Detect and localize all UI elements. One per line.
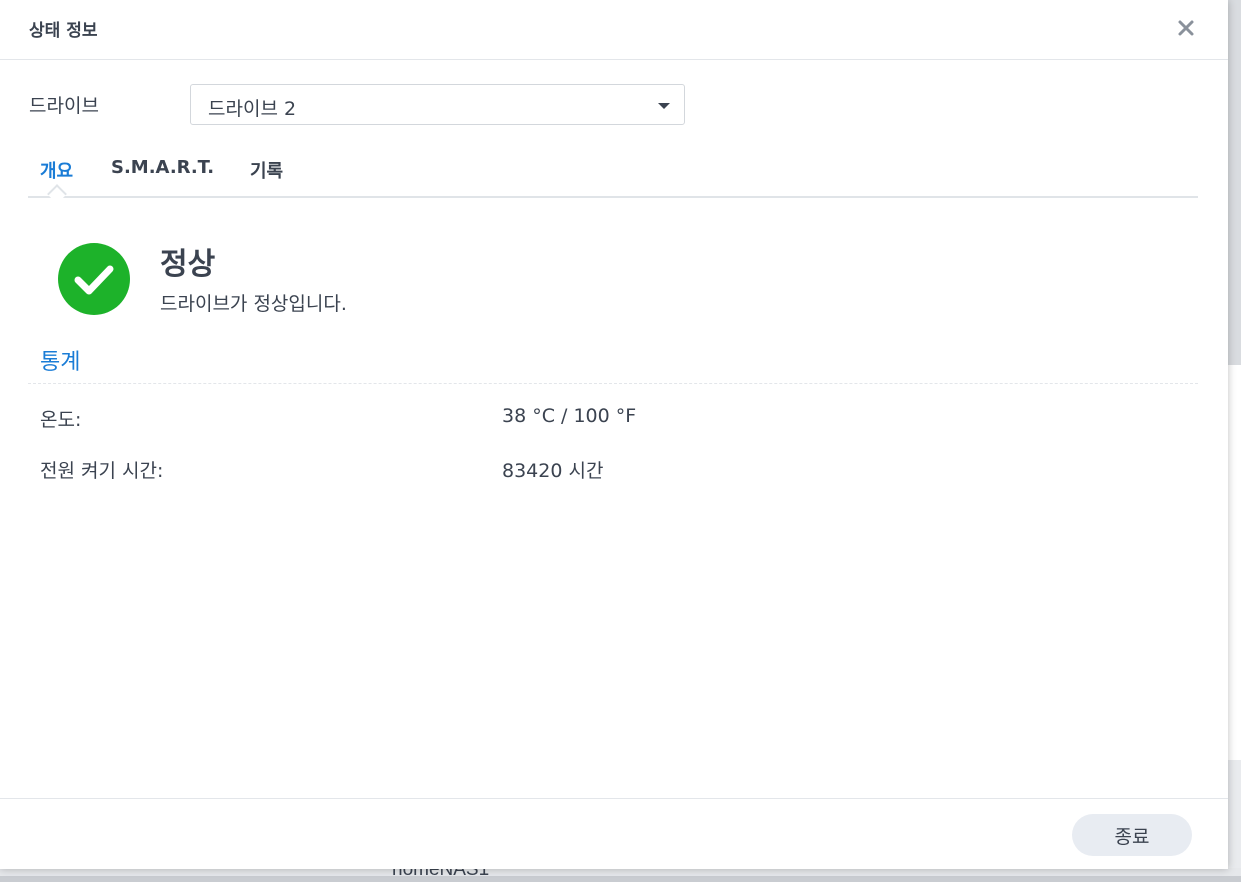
background-strip-right bbox=[1228, 0, 1241, 876]
power-on-hours-value: 83420 시간 bbox=[502, 460, 604, 482]
status-description: 드라이브가 정상입니다. bbox=[160, 293, 347, 315]
tab-smart[interactable]: S.M.A.R.T. bbox=[111, 157, 214, 178]
dialog-title: 상태 정보 bbox=[29, 21, 98, 41]
background-strip-bottom bbox=[0, 868, 1241, 876]
status-info-dialog: 상태 정보 드라이브 드라이브 2 개요 S.M.A.R.T. 기록 정상 드라… bbox=[0, 0, 1228, 869]
drive-select[interactable]: 드라이브 2 bbox=[190, 84, 685, 125]
statistics-title: 통계 bbox=[40, 350, 81, 375]
check-circle-icon bbox=[58, 243, 130, 315]
drive-select-value: 드라이브 2 bbox=[208, 98, 297, 120]
dialog-titlebar: 상태 정보 bbox=[0, 0, 1228, 60]
temperature-label: 온도: bbox=[40, 409, 82, 431]
drive-label: 드라이브 bbox=[29, 95, 99, 117]
dialog-footer: 종료 bbox=[0, 798, 1228, 869]
temperature-value: 38 °C / 100 °F bbox=[502, 405, 637, 427]
status-title: 정상 bbox=[160, 247, 216, 282]
active-tab-indicator bbox=[47, 184, 67, 204]
tab-overview[interactable]: 개요 bbox=[40, 157, 73, 183]
close-dialog-button[interactable]: 종료 bbox=[1072, 814, 1192, 856]
section-divider bbox=[28, 383, 1198, 384]
chevron-down-icon bbox=[658, 103, 670, 109]
close-button[interactable] bbox=[1172, 14, 1200, 42]
power-on-hours-label: 전원 켜기 시간: bbox=[40, 460, 164, 482]
tab-bar: 개요 S.M.A.R.T. 기록 bbox=[28, 150, 1198, 204]
close-icon bbox=[1178, 20, 1194, 36]
tab-history[interactable]: 기록 bbox=[250, 157, 283, 183]
